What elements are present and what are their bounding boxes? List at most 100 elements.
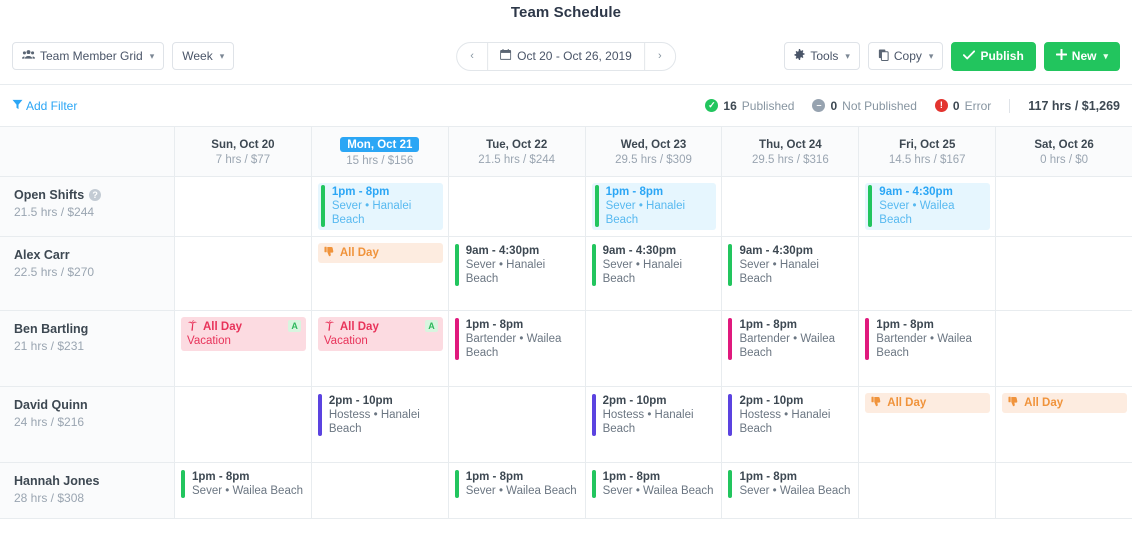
schedule-cell[interactable]: 1pm - 8pm Sever • Wailea Beach (586, 463, 723, 518)
schedule-cell[interactable] (449, 387, 586, 462)
schedule-cell[interactable]: 1pm - 8pm Bartender • Wailea Beach (722, 311, 860, 386)
shift-color-bar (454, 470, 459, 498)
shift-chip[interactable]: 1pm - 8pm Bartender • Wailea Beach (728, 317, 853, 361)
day-header-5[interactable]: Fri, Oct 25 14.5 hrs / $167 (859, 127, 997, 177)
page-title: Team Schedule (510, 4, 622, 21)
schedule-cell[interactable]: 1pm - 8pm Sever • Hanalei Beach (586, 177, 723, 236)
shift-time: 2pm - 10pm (602, 395, 667, 407)
day-header-2[interactable]: Tue, Oct 22 21.5 hrs / $244 (449, 127, 586, 177)
open-shift-chip[interactable]: 1pm - 8pm Sever • Hanalei Beach (591, 183, 717, 230)
not-published-label: Not Published (842, 98, 917, 113)
shift-time: 1pm - 8pm (331, 186, 390, 198)
day-header-3[interactable]: Wed, Oct 23 29.5 hrs / $309 (586, 127, 723, 177)
schedule-cell[interactable] (996, 177, 1132, 236)
shift-chip[interactable]: 1pm - 8pm Sever • Wailea Beach (728, 469, 853, 499)
schedule-cell[interactable]: All Day (859, 387, 997, 462)
thumbs-down-icon (1008, 396, 1019, 410)
date-range-picker[interactable]: Oct 20 - Oct 26, 2019 (487, 42, 645, 70)
schedule-cell[interactable]: 2pm - 10pm Hostess • Hanalei Beach (586, 387, 723, 462)
next-week-button[interactable]: › (645, 43, 675, 70)
schedule-cell[interactable]: 1pm - 8pm Bartender • Wailea Beach (859, 311, 997, 386)
shift-chip[interactable]: 1pm - 8pm Bartender • Wailea Beach (454, 317, 580, 361)
shift-role: Sever • Hanalei Beach (331, 200, 412, 226)
schedule-cell[interactable] (586, 311, 723, 386)
schedule-cell[interactable]: 9am - 4:30pm Sever • Hanalei Beach (449, 237, 586, 310)
toolbar-left-group: Team Member Grid ▾ Week ▾ (12, 42, 235, 70)
schedule-cell[interactable]: 9am - 4:30pm Sever • Hanalei Beach (586, 237, 723, 310)
shift-chip[interactable]: 2pm - 10pm Hostess • Hanalei Beach (591, 393, 717, 437)
schedule-cell[interactable]: 9am - 4:30pm Sever • Hanalei Beach (722, 237, 860, 310)
schedule-cell[interactable]: 1pm - 8pm Sever • Wailea Beach (722, 463, 860, 518)
schedule-cell[interactable] (996, 463, 1132, 518)
day-header-1[interactable]: Mon, Oct 21 15 hrs / $156 (312, 127, 449, 177)
shift-time: 1pm - 8pm (465, 319, 524, 331)
schedule-cell[interactable]: 2pm - 10pm Hostess • Hanalei Beach (312, 387, 449, 462)
range-selector-label: Week (182, 49, 213, 63)
row-name-cell[interactable]: Alex Carr 22.5 hrs / $270 (0, 237, 175, 310)
schedule-cell[interactable] (859, 463, 997, 518)
view-selector-button[interactable]: Team Member Grid ▾ (12, 42, 165, 70)
schedule-cell[interactable]: 1pm - 8pm Sever • Wailea Beach (449, 463, 586, 518)
schedule-cell[interactable] (996, 311, 1132, 386)
row-name-cell[interactable]: David Quinn 24 hrs / $216 (0, 387, 175, 462)
publish-button[interactable]: Publish (951, 41, 1036, 71)
schedule-cell[interactable] (312, 463, 449, 518)
palm-tree-icon (187, 320, 198, 334)
add-filter-button[interactable]: Add Filter (12, 99, 77, 113)
row-name-cell[interactable]: Hannah Jones 28 hrs / $308 (0, 463, 175, 518)
open-shift-chip[interactable]: 9am - 4:30pm Sever • Wailea Beach (865, 183, 991, 230)
schedule-cell[interactable] (175, 237, 312, 310)
shift-chip[interactable]: 9am - 4:30pm Sever • Hanalei Beach (591, 243, 717, 287)
open-shift-chip[interactable]: 1pm - 8pm Sever • Hanalei Beach (317, 183, 443, 230)
tools-button[interactable]: Tools ▾ (784, 42, 860, 70)
schedule-cell[interactable]: 2pm - 10pm Hostess • Hanalei Beach (722, 387, 860, 462)
prev-week-button[interactable]: ‹ (457, 43, 487, 70)
schedule-cell[interactable] (996, 237, 1132, 310)
schedule-cell[interactable] (449, 177, 586, 236)
shift-chip[interactable]: 2pm - 10pm Hostess • Hanalei Beach (317, 393, 443, 437)
schedule-cell[interactable]: 9am - 4:30pm Sever • Wailea Beach (859, 177, 997, 236)
published-label: Published (741, 98, 795, 113)
schedule-cell[interactable] (722, 177, 860, 236)
schedule-cell[interactable]: All Day (996, 387, 1132, 462)
row-name-cell[interactable]: Ben Bartling 21 hrs / $231 (0, 311, 175, 386)
all-day-unavailable-chip[interactable]: All Day (317, 243, 443, 263)
vacation-all-day-label: All Day (203, 321, 242, 333)
copy-button[interactable]: Copy ▾ (867, 42, 944, 70)
schedule-cell[interactable]: All Day Vacation A (312, 311, 449, 386)
all-day-unavailable-chip[interactable]: All Day (865, 393, 991, 413)
schedule-cell[interactable] (175, 387, 312, 462)
day-name: Mon, Oct 21 (340, 137, 420, 152)
shift-chip[interactable]: 1pm - 8pm Bartender • Wailea Beach (865, 317, 990, 361)
schedule-cell[interactable] (859, 237, 997, 310)
shift-chip[interactable]: 1pm - 8pm Sever • Wailea Beach (454, 469, 580, 499)
day-header-0[interactable]: Sun, Oct 20 7 hrs / $77 (175, 127, 312, 177)
schedule-cell[interactable]: 1pm - 8pm Bartender • Wailea Beach (449, 311, 586, 386)
shift-chip[interactable]: 9am - 4:30pm Sever • Hanalei Beach (728, 243, 853, 287)
schedule-cell[interactable] (175, 177, 312, 236)
shift-chip[interactable]: 1pm - 8pm Sever • Wailea Beach (181, 469, 306, 499)
funnel-icon (12, 99, 23, 113)
row-name-cell[interactable]: Open Shifts? 21.5 hrs / $244 (0, 177, 175, 236)
schedule-cell[interactable]: All Day Vacation A (175, 311, 312, 386)
shift-role: Hostess • Hanalei Beach (739, 409, 831, 435)
shift-role: Sever • Wailea Beach (602, 485, 714, 497)
day-header-6[interactable]: Sat, Oct 26 0 hrs / $0 (996, 127, 1132, 177)
schedule-cell[interactable]: 1pm - 8pm Sever • Wailea Beach (175, 463, 312, 518)
title-bar: Team Schedule (0, 0, 1132, 28)
day-header-4[interactable]: Thu, Oct 24 29.5 hrs / $316 (722, 127, 860, 177)
shift-color-bar (865, 318, 870, 360)
shift-chip[interactable]: 1pm - 8pm Sever • Wailea Beach (591, 469, 717, 499)
all-day-unavailable-chip[interactable]: All Day (1002, 393, 1128, 413)
person-summary: 24 hrs / $216 (14, 415, 85, 429)
schedule-cell[interactable]: 1pm - 8pm Sever • Hanalei Beach (312, 177, 449, 236)
shift-role: Sever • Wailea Beach (739, 485, 851, 497)
vacation-chip[interactable]: All Day Vacation A (181, 317, 306, 351)
shift-chip[interactable]: 9am - 4:30pm Sever • Hanalei Beach (454, 243, 580, 287)
range-selector-button[interactable]: Week ▾ (172, 42, 235, 70)
help-icon[interactable]: ? (89, 189, 102, 201)
vacation-chip[interactable]: All Day Vacation A (317, 317, 443, 351)
schedule-cell[interactable]: All Day (312, 237, 449, 310)
shift-chip[interactable]: 2pm - 10pm Hostess • Hanalei Beach (728, 393, 853, 437)
new-button[interactable]: New ▾ (1043, 41, 1120, 71)
